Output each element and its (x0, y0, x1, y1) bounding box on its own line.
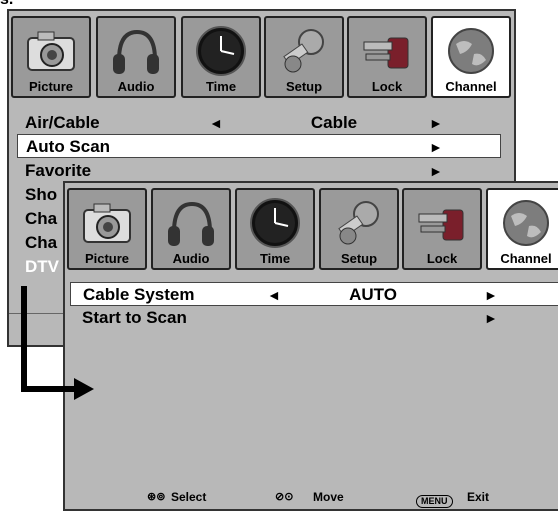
row-label: DTV (25, 257, 59, 276)
tab-label: Setup (340, 251, 378, 266)
tab-time[interactable]: Time (235, 188, 315, 270)
clock-icon (196, 26, 246, 76)
right-arrow-icon[interactable]: ► (484, 283, 498, 307)
left-right-buttons-icon: ⊘⊙ (275, 491, 294, 503)
up-down-buttons-icon: ⊛⊚ (147, 491, 166, 503)
lock-key-icon (363, 37, 409, 69)
tab-label: Setup (285, 79, 323, 94)
menu-row-auto-scan[interactable]: Auto Scan ► (17, 134, 501, 158)
row-label: Sho (25, 185, 58, 204)
tab-label: Lock (371, 79, 403, 94)
row-label: Favorite (25, 161, 92, 180)
arrow-head-icon (74, 378, 94, 400)
tab-label: Channel (445, 79, 497, 94)
right-arrow-icon[interactable]: ► (429, 135, 443, 159)
camera-icon (27, 31, 75, 71)
row-label: Cable System (83, 285, 195, 304)
right-arrow-icon[interactable]: ► (429, 159, 443, 183)
tab-label: Channel (500, 251, 552, 266)
row-label: Cha (25, 209, 58, 228)
row-value: Cable (310, 113, 358, 132)
exit-hint: Exit (467, 490, 490, 504)
connector-arrow-vertical (21, 286, 27, 392)
row-label: Start to Scan (82, 308, 187, 327)
row-label: Auto Scan (26, 137, 111, 156)
tab-lock[interactable]: Lock (347, 16, 427, 98)
wrench-gear-icon (338, 201, 379, 245)
lock-key-icon (418, 209, 464, 241)
tab-picture[interactable]: Picture (11, 16, 91, 98)
menu-row-favorite[interactable]: Favorite ► (17, 159, 507, 183)
tab-label: Picture (84, 251, 130, 266)
wrench-gear-icon (283, 29, 324, 73)
tab-time[interactable]: Time (181, 16, 261, 98)
left-arrow-icon[interactable]: ◄ (267, 283, 281, 307)
tab-label: Audio (172, 251, 210, 266)
submenu-row-cable-system[interactable]: Cable System ◄ AUTO ► (70, 282, 558, 306)
tab-audio[interactable]: Audio (96, 16, 176, 98)
connector-arrow-horizontal (21, 386, 76, 392)
right-arrow-icon[interactable]: ► (429, 111, 443, 135)
globe-icon (503, 200, 549, 246)
tab-label: Audio (117, 79, 155, 94)
tab-lock[interactable]: Lock (402, 188, 482, 270)
menu-row-air-cable[interactable]: Air/Cable ◄ Cable ► (17, 111, 507, 135)
globe-icon (448, 28, 494, 74)
tab-label: Time (259, 251, 291, 266)
clock-icon (250, 198, 300, 248)
right-arrow-icon[interactable]: ► (484, 306, 498, 330)
tab-label: Picture (28, 79, 74, 94)
footer-hints: ⊛⊚ Select ⊘⊙ Move MENU Exit (147, 490, 490, 508)
row-value: AUTO (349, 285, 397, 304)
top-cropped-text: s. (0, 0, 13, 9)
auto-scan-submenu-panel: Picture Audio Time Setup Lock Channel Ca… (63, 181, 558, 511)
submenu-row-start-to-scan[interactable]: Start to Scan ► (70, 306, 558, 330)
headphones-icon (113, 29, 159, 74)
row-label: Air/Cable (25, 113, 100, 132)
tab-label: Time (205, 79, 237, 94)
tab-setup[interactable]: Setup (319, 188, 399, 270)
move-hint: Move (313, 490, 344, 504)
tab-setup[interactable]: Setup (264, 16, 344, 98)
headphones-icon (168, 201, 214, 246)
tab-audio[interactable]: Audio (151, 188, 231, 270)
select-hint: Select (171, 490, 207, 504)
tab-channel[interactable]: Channel (431, 16, 511, 98)
tab-label: Lock (426, 251, 458, 266)
tab-channel[interactable]: Channel (486, 188, 558, 270)
left-arrow-icon[interactable]: ◄ (209, 111, 223, 135)
row-label: Cha (25, 233, 58, 252)
tab-picture[interactable]: Picture (67, 188, 147, 270)
camera-icon (83, 203, 131, 243)
